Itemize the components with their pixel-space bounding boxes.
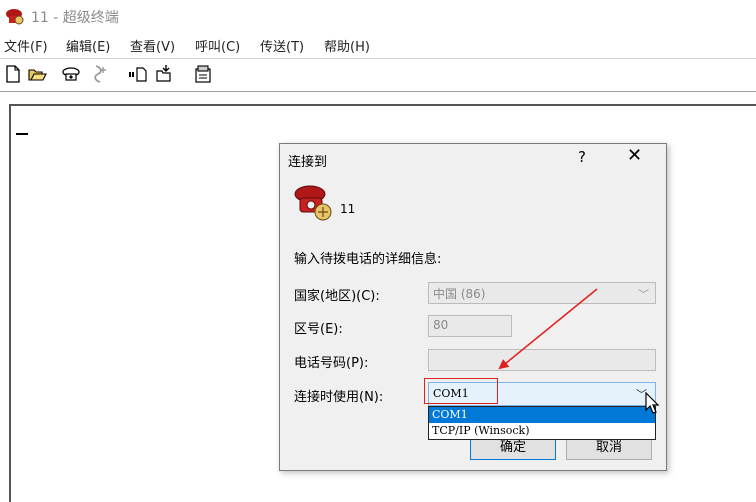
toolbar <box>0 58 756 92</box>
phone-number-label: 电话号码(P): <box>294 356 369 371</box>
new-icon[interactable] <box>3 64 23 84</box>
menu-transfer[interactable]: 传送(T) <box>260 36 304 55</box>
menu-file[interactable]: 文件(F) <box>4 36 48 55</box>
area-code-label: 区号(E): <box>294 322 343 337</box>
menu-bar: 文件(F) 编辑(E) 查看(V) 呼叫(C) 传送(T) 帮助(H) <box>0 36 756 56</box>
open-icon[interactable] <box>27 64 47 84</box>
close-button[interactable]: ✕ <box>627 146 642 166</box>
connection-name: 11 <box>340 202 356 216</box>
chevron-down-icon: ﹀ <box>638 288 649 301</box>
terminal-cursor <box>16 133 28 135</box>
dialog-title: 连接到 <box>288 155 328 170</box>
option-com1[interactable]: COM1 <box>429 407 655 423</box>
country-select[interactable]: 中国 (86) ﹀ <box>428 282 656 304</box>
mouse-pointer-icon <box>645 392 660 414</box>
call-icon[interactable] <box>61 64 81 84</box>
country-label: 国家(地区)(C): <box>294 289 380 304</box>
connect-using-label: 连接时使用(N): <box>294 390 384 405</box>
dialog-prompt: 输入待拨电话的详细信息: <box>294 252 442 267</box>
help-button[interactable]: ? <box>578 148 586 166</box>
area-code-value: 80 <box>433 318 449 332</box>
menu-view[interactable]: 查看(V) <box>130 36 175 55</box>
menu-help[interactable]: 帮助(H) <box>324 36 370 55</box>
connect-using-dropdown: COM1 TCP/IP (Winsock) <box>428 406 656 440</box>
option-tcpip-winsock[interactable]: TCP/IP (Winsock) <box>429 423 655 439</box>
country-value: 中国 (86) <box>433 287 486 301</box>
menu-edit[interactable]: 编辑(E) <box>66 36 110 55</box>
connect-to-dialog: 连接到 ? ✕ 11 输入待拨电话的详细信息: 国家(地区)(C): 中国 (8… <box>279 143 667 471</box>
receive-icon[interactable] <box>154 64 174 84</box>
annotation-highlight-box <box>424 378 498 404</box>
title-bar: 11 - 超级终端 <box>0 0 756 32</box>
telephone-icon <box>294 185 332 221</box>
area-code-field[interactable]: 80 <box>428 315 512 337</box>
send-icon[interactable] <box>128 64 148 84</box>
menu-call[interactable]: 呼叫(C) <box>195 36 240 55</box>
phone-number-field[interactable] <box>428 349 656 371</box>
hyperterminal-app-icon <box>6 9 24 25</box>
disconnect-icon[interactable] <box>90 64 110 84</box>
properties-icon[interactable] <box>193 64 213 84</box>
window-title: 11 - 超级终端 <box>31 10 119 26</box>
